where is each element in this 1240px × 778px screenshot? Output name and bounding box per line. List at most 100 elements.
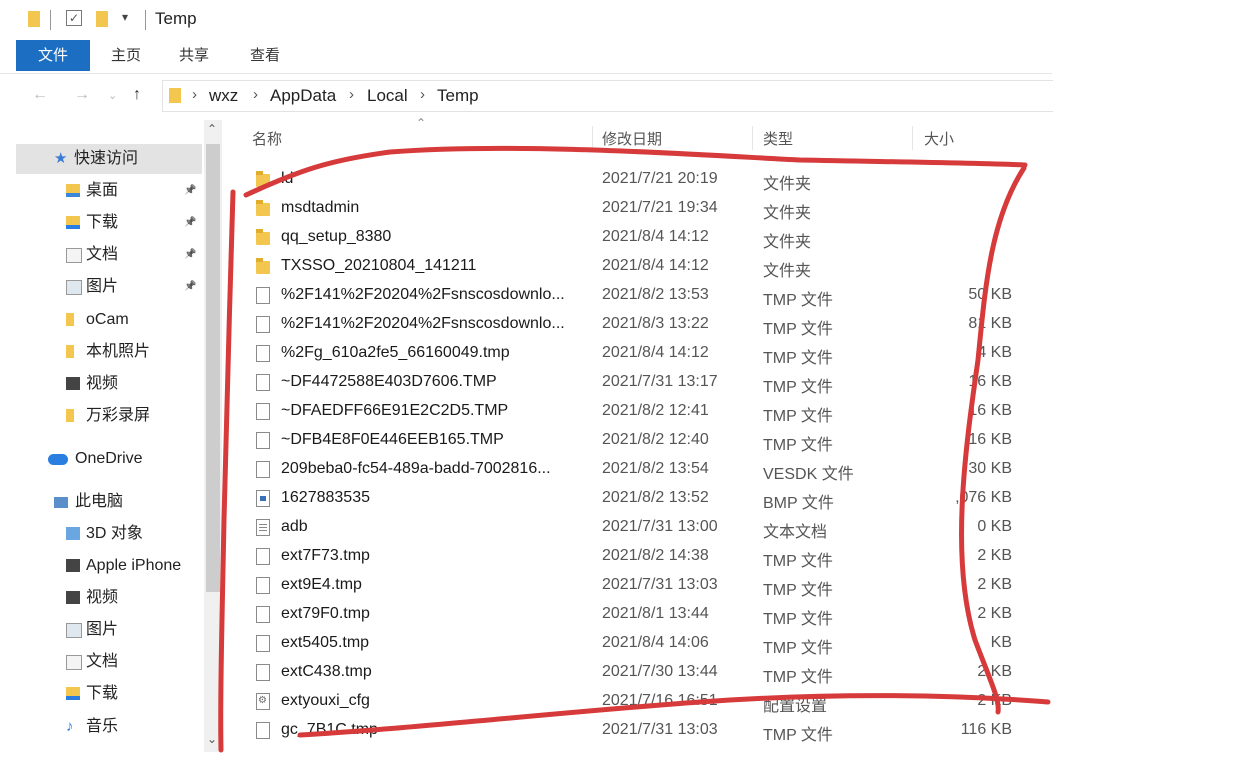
scroll-up-icon[interactable]: ⌃	[207, 122, 217, 136]
scrollbar-thumb[interactable]	[206, 144, 220, 592]
back-arrow-icon[interactable]: ←	[32, 86, 48, 104]
file-row[interactable]: 209beba0-fc54-489a-badd-7002816... 2021/8…	[232, 455, 1052, 484]
ribbon-tabs: 文件 主页 共享 查看	[0, 40, 1052, 74]
divider	[50, 10, 51, 30]
file-row[interactable]: ~DF4472588E403D7606.TMP 2021/7/31 13:17 TM…	[232, 368, 1052, 397]
file-type: 文件夹	[763, 263, 812, 280]
tab-view[interactable]: 查看	[241, 40, 289, 71]
file-row[interactable]: ext79F0.tmp 2021/8/1 13:44 TMP 文件 2 KB	[232, 600, 1052, 629]
new-folder-icon[interactable]	[96, 11, 108, 27]
nav-scrollbar[interactable]	[204, 120, 222, 752]
chevron-right-icon[interactable]: ›	[420, 86, 425, 103]
sidebar-item[interactable]: 桌面 📌	[0, 176, 200, 206]
pin-icon[interactable]: 📌	[184, 272, 196, 302]
sidebar-item[interactable]: 3D 对象	[0, 519, 200, 549]
column-header-date[interactable]: 修改日期	[602, 128, 662, 149]
sidebar-item[interactable]: ♪ 音乐	[0, 712, 200, 742]
tab-home[interactable]: 主页	[102, 40, 150, 71]
column-divider[interactable]	[752, 126, 753, 150]
address-bar[interactable]: › wxz › AppData › Local › Temp	[162, 80, 1053, 112]
sidebar-item[interactable]: OneDrive	[0, 444, 200, 474]
sidebar-item[interactable]: 视频	[0, 583, 200, 613]
breadcrumb-wxz[interactable]: wxz	[209, 86, 238, 106]
file-row[interactable]: adb 2021/7/31 13:00 文本文档 0 KB	[232, 513, 1052, 542]
folder-icon	[256, 258, 270, 274]
file-row[interactable]: %2Fg_610a2fe5_66160049.tmp 2021/8/4 14:12…	[232, 339, 1052, 368]
folder-icon	[66, 345, 74, 358]
tab-share[interactable]: 共享	[170, 40, 218, 71]
breadcrumb-temp[interactable]: Temp	[437, 86, 479, 106]
sidebar-item[interactable]: 文档 📌	[0, 240, 200, 270]
sidebar-item[interactable]: 万彩录屏	[0, 401, 200, 431]
scroll-down-icon[interactable]: ⌄	[207, 732, 217, 746]
customize-toolbar-icon[interactable]: ▾	[122, 10, 128, 24]
pin-icon[interactable]: 📌	[184, 208, 196, 238]
sidebar-item[interactable]: 本机照片	[0, 337, 200, 367]
column-header-size[interactable]: 大小	[924, 128, 954, 149]
phone-icon	[66, 559, 80, 572]
file-row[interactable]: ext5405.tmp 2021/8/4 14:06 TMP 文件 KB	[232, 629, 1052, 658]
sidebar-item[interactable]: oCam	[0, 305, 200, 335]
breadcrumb-appdata[interactable]: AppData	[270, 86, 336, 106]
chevron-right-icon[interactable]: ›	[192, 86, 197, 103]
file-name: ~DFB4E8F0E446EEB165.TMP	[281, 431, 504, 448]
file-row[interactable]: %2F141%2F20204%2Fsnscosdownlo... 2021/8/3…	[232, 310, 1052, 339]
file-row[interactable]: ~DFAEDFF66E91E2C2D5.TMP 2021/8/2 12:41 TMP…	[232, 397, 1052, 426]
forward-arrow-icon[interactable]: →	[74, 86, 90, 104]
pin-icon[interactable]: 📌	[184, 176, 196, 206]
recent-locations-icon[interactable]: ⌄	[108, 89, 117, 102]
file-type: TMP 文件	[763, 408, 833, 425]
file-row[interactable]: TXSSO_20210804_141211 2021/8/4 14:12 文件夹	[232, 252, 1052, 281]
chevron-right-icon[interactable]: ›	[349, 86, 354, 103]
file-type: TMP 文件	[763, 553, 833, 570]
column-divider[interactable]	[592, 126, 593, 150]
folder-icon	[28, 11, 40, 27]
sidebar-item[interactable]: Apple iPhone	[0, 551, 200, 581]
tab-file[interactable]: 文件	[16, 40, 90, 71]
file-row[interactable]: qq_setup_8380 2021/8/4 14:12 文件夹	[232, 223, 1052, 252]
up-arrow-icon[interactable]: ↑	[133, 86, 141, 104]
file-icon	[256, 635, 270, 652]
pin-icon[interactable]: 📌	[184, 240, 196, 270]
sidebar-item[interactable]: ★ 快速访问	[0, 144, 200, 174]
file-row[interactable]: ext9E4.tmp 2021/7/31 13:03 TMP 文件 2 KB	[232, 571, 1052, 600]
file-row[interactable]: extC438.tmp 2021/7/30 13:44 TMP 文件 2 KB	[232, 658, 1052, 687]
3d-objects-icon	[66, 527, 80, 540]
sidebar-item[interactable]: 下载	[0, 679, 200, 709]
folder-icon	[256, 171, 270, 187]
file-type: 文件夹	[763, 176, 812, 193]
breadcrumb-local[interactable]: Local	[367, 86, 408, 106]
file-row[interactable]: msdtadmin 2021/7/21 19:34 文件夹	[232, 194, 1052, 223]
file-date: 2021/8/4 14:12	[602, 257, 709, 274]
sidebar-item[interactable]: 此电脑	[0, 487, 200, 517]
column-header-name[interactable]: 名称	[252, 128, 282, 149]
sidebar-item-label: 下载	[86, 685, 119, 702]
file-type: 文本文档	[763, 524, 828, 541]
file-name: 209beba0-fc54-489a-badd-7002816...	[281, 460, 551, 477]
file-row[interactable]: extyouxi_cfg 2021/7/16 16:51 配置设置 2 KB	[232, 687, 1052, 716]
sidebar-item[interactable]: 图片	[0, 615, 200, 645]
file-row[interactable]: %2F141%2F20204%2Fsnscosdownlo... 2021/8/2…	[232, 281, 1052, 310]
file-size: 2 KB	[977, 663, 1012, 680]
window-title: Temp	[155, 9, 197, 28]
file-type: TMP 文件	[763, 669, 833, 686]
file-row[interactable]: ext7F73.tmp 2021/8/2 14:38 TMP 文件 2 KB	[232, 542, 1052, 571]
file-row[interactable]: 1627883535 2021/8/2 13:52 BMP 文件 ,076 KB	[232, 484, 1052, 513]
file-row[interactable]: ld 2021/7/21 20:19 文件夹	[232, 165, 1052, 194]
file-type: TMP 文件	[763, 379, 833, 396]
file-type: BMP 文件	[763, 495, 834, 512]
sidebar-item[interactable]: 下载 📌	[0, 208, 200, 238]
file-size: 2 KB	[977, 605, 1012, 622]
file-row[interactable]: gc_7B1C.tmp 2021/7/31 13:03 TMP 文件 116 KB	[232, 716, 1052, 745]
sidebar-item[interactable]: 视频	[0, 369, 200, 399]
chevron-right-icon[interactable]: ›	[253, 86, 258, 103]
properties-check-icon[interactable]: ✓	[66, 10, 82, 26]
file-row[interactable]: ~DFB4E8F0E446EEB165.TMP 2021/8/2 12:40 TMP…	[232, 426, 1052, 455]
navigation-pane: ★ 快速访问 桌面 📌 下载 📌 文档 📌 图片 📌 oCam 本机照片 视频 万彩录屏 OneDrive 此…	[0, 120, 228, 778]
sidebar-item[interactable]: 文档	[0, 647, 200, 677]
file-name: %2Fg_610a2fe5_66160049.tmp	[281, 344, 510, 361]
sidebar-item[interactable]: 图片 📌	[0, 272, 200, 302]
column-header-type[interactable]: 类型	[763, 128, 793, 149]
column-divider[interactable]	[912, 126, 913, 150]
computer-icon	[54, 497, 68, 508]
